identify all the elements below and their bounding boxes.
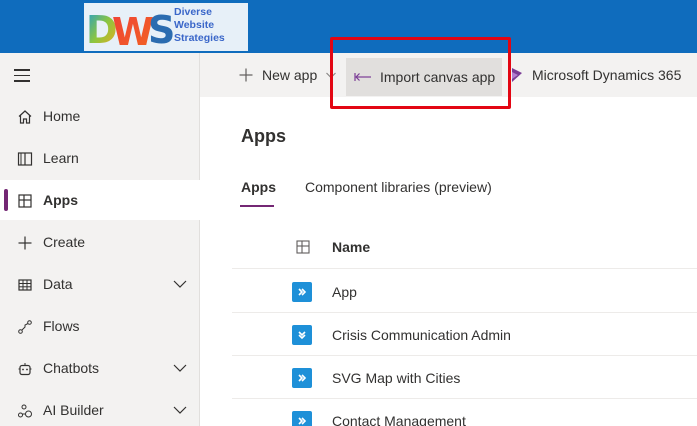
app-name[interactable]: Contact Management — [332, 413, 466, 426]
sidebar-item-label: AI Builder — [43, 402, 104, 418]
sidebar-item-data[interactable]: Data — [0, 264, 200, 304]
app-name[interactable]: App — [332, 284, 357, 300]
left-navigation: Home Learn Apps Create Data Flows Chatbo… — [0, 53, 200, 426]
svg-text:S: S — [148, 8, 175, 51]
sidebar-item-label: Chatbots — [43, 360, 100, 376]
app-type-column-icon — [295, 239, 311, 260]
canvas-app-icon — [292, 368, 312, 388]
page-title: Apps — [241, 126, 286, 146]
sidebar-item-flows[interactable]: Flows — [0, 306, 200, 346]
dynamics-365-icon — [512, 68, 522, 82]
sidebar-item-label: Flows — [43, 318, 80, 334]
logo-wordmark: Diverse Website Strategies — [174, 6, 225, 44]
app-name[interactable]: SVG Map with Cities — [332, 370, 460, 386]
table-header: Name — [232, 226, 697, 269]
sidebar-item-ai-builder[interactable]: AI Builder — [0, 390, 200, 426]
active-indicator — [4, 189, 8, 211]
sidebar-item-label: Apps — [43, 192, 78, 208]
sidebar-item-create[interactable]: Create — [0, 222, 200, 262]
plus-icon — [16, 234, 34, 252]
tab-apps[interactable]: Apps — [241, 179, 276, 195]
canvas-app-icon — [292, 411, 312, 426]
sidebar-item-label: Home — [43, 108, 81, 124]
home-icon — [16, 108, 34, 126]
sidebar-item-label: Create — [43, 234, 86, 250]
table-row[interactable]: Contact Management — [232, 399, 697, 426]
apps-icon — [16, 192, 34, 210]
bot-icon — [16, 360, 34, 378]
company-logo: D W S Diverse Website Strategies — [84, 3, 248, 51]
highlight-annotation-box — [330, 37, 511, 109]
tab-component-libraries[interactable]: Component libraries (preview) — [305, 179, 492, 195]
dynamics-365-label: Microsoft Dynamics 365 — [532, 67, 682, 83]
sidebar-item-label: Data — [43, 276, 73, 292]
sidebar-item-learn[interactable]: Learn — [0, 138, 200, 178]
table-icon — [16, 276, 34, 294]
chevron-down-icon[interactable] — [172, 402, 188, 418]
table-row[interactable]: App — [232, 270, 697, 313]
dynamics-365-button[interactable]: Microsoft Dynamics 365 — [510, 53, 681, 97]
table-row[interactable]: Crisis Communication Admin — [232, 313, 697, 356]
hamburger-icon[interactable] — [14, 69, 32, 83]
chevron-down-icon[interactable] — [172, 276, 188, 292]
sidebar-item-label: Learn — [43, 150, 79, 166]
sidebar-item-chatbots[interactable]: Chatbots — [0, 348, 200, 388]
chevron-down-icon[interactable] — [172, 360, 188, 376]
table-row[interactable]: SVG Map with Cities — [232, 356, 697, 399]
new-app-button[interactable]: New app — [238, 53, 337, 97]
active-tab-underline — [240, 205, 274, 207]
plus-icon — [239, 68, 253, 82]
canvas-app-icon — [292, 282, 312, 302]
sidebar-item-home[interactable]: Home — [0, 96, 200, 136]
logo-mark: D W S — [86, 8, 175, 51]
new-app-label: New app — [262, 67, 318, 83]
column-header-name[interactable]: Name — [332, 239, 370, 255]
sidebar-item-apps[interactable]: Apps — [0, 180, 200, 220]
flow-icon — [16, 318, 34, 336]
ai-builder-icon — [16, 402, 34, 420]
book-icon — [16, 150, 34, 168]
model-app-icon — [292, 325, 312, 345]
app-name[interactable]: Crisis Communication Admin — [332, 327, 511, 343]
